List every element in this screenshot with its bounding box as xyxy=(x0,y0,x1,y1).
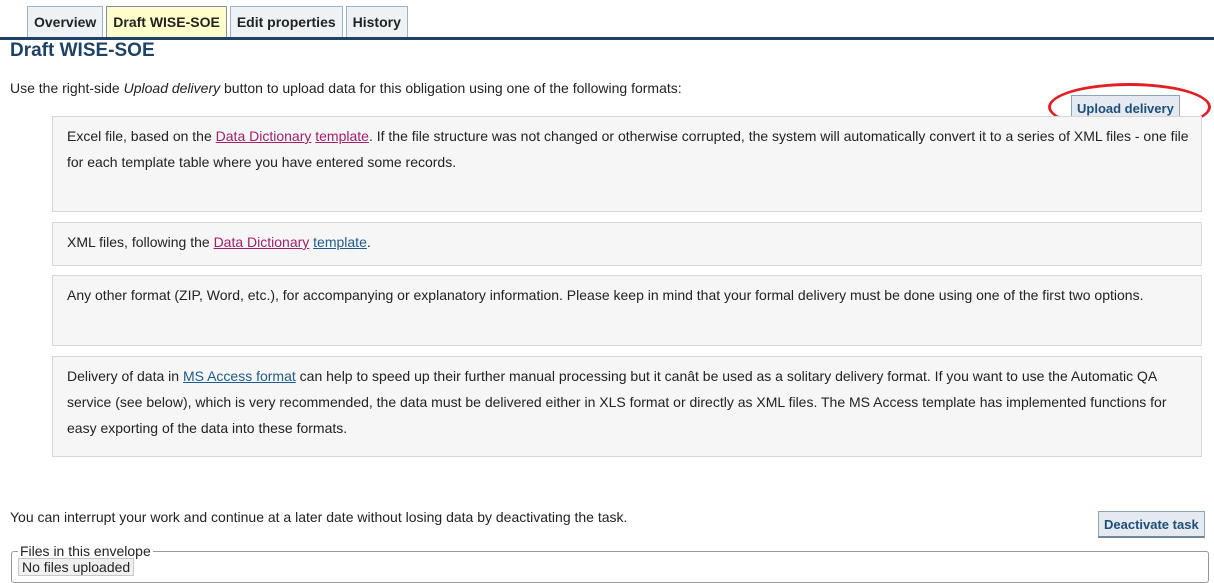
other-text: Any other format (ZIP, Word, etc.), for … xyxy=(67,287,1144,303)
interrupt-text: You can interrupt your work and continue… xyxy=(10,509,628,525)
files-envelope: Files in this envelope No files uploaded xyxy=(11,543,1209,583)
intro-after: button to upload data for this obligatio… xyxy=(220,80,682,96)
intro-before: Use the right-side xyxy=(10,80,124,96)
tab-history[interactable]: History xyxy=(345,6,408,37)
tab-bar: Overview Draft WISE-SOE Edit properties … xyxy=(27,6,411,37)
tab-divider xyxy=(0,37,1214,40)
tab-edit-properties[interactable]: Edit properties xyxy=(229,6,343,37)
tab-overview[interactable]: Overview xyxy=(27,6,104,37)
format-excel-box: Excel file, based on the Data Dictionary… xyxy=(52,116,1202,212)
template-link[interactable]: template xyxy=(313,234,367,250)
deactivate-task-button[interactable]: Deactivate task xyxy=(1098,511,1205,538)
files-legend: Files in this envelope xyxy=(20,543,151,559)
data-dictionary-link[interactable]: Data Dictionary xyxy=(216,128,312,144)
format-access-box: Delivery of data in MS Access format can… xyxy=(52,356,1202,457)
data-dictionary-link[interactable]: Data Dictionary xyxy=(214,234,310,250)
format-xml-box: XML files, following the Data Dictionary… xyxy=(52,222,1202,266)
ms-access-format-link[interactable]: MS Access format xyxy=(183,368,296,384)
intro-emphasis: Upload delivery xyxy=(123,80,221,96)
xml-text-pre: XML files, following the xyxy=(67,234,214,250)
template-link[interactable]: template xyxy=(315,128,369,144)
page-title: Draft WISE-SOE xyxy=(10,40,155,61)
intro-text: Use the right-side Upload delivery butto… xyxy=(10,80,682,96)
no-files-message: No files uploaded xyxy=(18,558,135,576)
tab-draft-wise-soe[interactable]: Draft WISE-SOE xyxy=(106,6,227,37)
access-text-pre: Delivery of data in xyxy=(67,368,183,384)
excel-text-pre: Excel file, based on the xyxy=(67,128,216,144)
format-other-box: Any other format (ZIP, Word, etc.), for … xyxy=(52,275,1202,346)
xml-text-post: . xyxy=(366,234,371,250)
